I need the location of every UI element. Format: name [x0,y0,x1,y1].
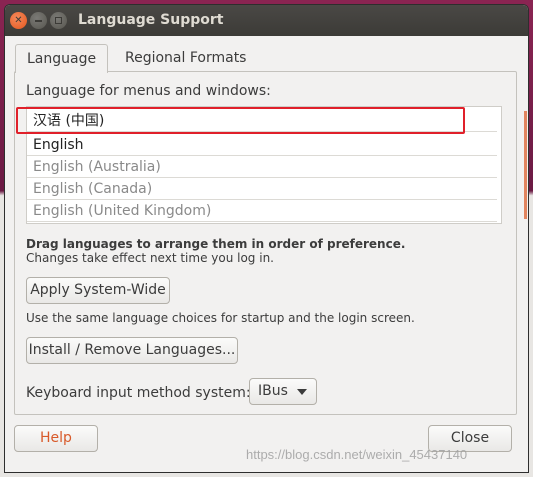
keyboard-input-value: IBus [258,383,288,399]
language-section-label: Language for menus and windows: [26,83,271,99]
apply-note: Use the same language choices for startu… [26,311,415,325]
watermark: https://blog.csdn.net/weixin_45437140 [246,447,468,462]
keyboard-input-select[interactable]: IBus [249,378,317,405]
list-item[interactable]: English (Australia) [27,156,497,178]
minimize-window-icon[interactable] [30,12,47,29]
titlebar: ✕ Language Support [5,5,528,36]
selection-highlight-box [16,107,465,134]
drag-hint: Drag languages to arrange them in order … [26,237,406,251]
help-button[interactable]: Help [14,425,98,452]
keyboard-input-label: Keyboard input method system: [26,385,251,401]
change-hint: Changes take effect next time you log in… [26,251,274,265]
maximize-window-icon[interactable] [50,12,67,29]
close-window-icon[interactable]: ✕ [10,12,27,29]
apply-system-wide-button[interactable]: Apply System-Wide [26,277,170,304]
list-item[interactable]: English (United Kingdom) [27,200,497,222]
tab-language[interactable]: Language [15,44,109,73]
install-remove-languages-button[interactable]: Install / Remove Languages... [26,337,238,364]
list-item[interactable]: English (Canada) [27,178,497,200]
window-title: Language Support [78,12,224,28]
tab-regional-formats[interactable]: Regional Formats [114,44,257,72]
list-item[interactable]: English [27,134,497,156]
chevron-down-icon [297,389,307,395]
list-scrollbar[interactable] [524,111,527,219]
